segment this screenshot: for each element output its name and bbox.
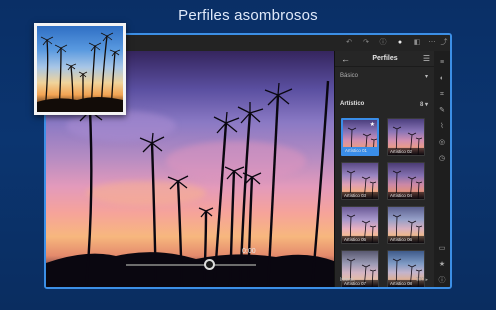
profiles-icon[interactable]: ◐ bbox=[434, 73, 450, 85]
comment-icon[interactable]: ▭ bbox=[434, 243, 450, 255]
playhead-time: 0:00 bbox=[242, 248, 256, 255]
profile-thumb[interactable]: Artístico 02 bbox=[387, 118, 425, 156]
masking-icon[interactable]: ⌇ bbox=[434, 121, 450, 133]
amount-label: Intens. bbox=[340, 277, 356, 283]
menu-icon[interactable]: ☰ bbox=[423, 54, 430, 63]
profile-group-artistic[interactable]: Artístico 8 ▾ bbox=[340, 101, 430, 113]
crop-icon[interactable]: ⌗ bbox=[434, 89, 450, 101]
original-photo-inset bbox=[34, 23, 126, 115]
undo-icon[interactable]: ↷ bbox=[360, 37, 372, 49]
profile-thumb[interactable]: Artístico 05 bbox=[341, 206, 379, 244]
back-icon[interactable]: ↶ bbox=[343, 37, 355, 49]
amount-value: 100 ▸ bbox=[415, 277, 428, 283]
profile-group-basic-label: Básico bbox=[340, 73, 359, 79]
selective-icon[interactable]: ◎ bbox=[434, 137, 450, 149]
profile-thumb[interactable]: Artístico 03 bbox=[341, 162, 379, 200]
profile-thumb[interactable]: ★ Artístico 01 bbox=[341, 118, 379, 156]
star-icon[interactable]: ★ bbox=[434, 259, 450, 271]
amount-row[interactable]: Intens. 100 ▸ bbox=[340, 277, 430, 287]
chevron-down-icon: ▾ bbox=[424, 74, 428, 80]
profile-group-artistic-label: Artístico bbox=[340, 101, 365, 107]
info-icon[interactable]: ⓘ bbox=[434, 275, 450, 287]
profile-label: Artístico 02 bbox=[388, 148, 424, 155]
check-icon[interactable]: ● bbox=[394, 37, 406, 49]
original-photo bbox=[37, 26, 123, 112]
profile-group-count: 8 ▾ bbox=[419, 102, 428, 108]
versions-icon[interactable]: ◷ bbox=[434, 153, 450, 165]
profile-thumb[interactable]: Artístico 06 bbox=[387, 206, 425, 244]
profile-group-basic[interactable]: Básico ▾ bbox=[340, 73, 430, 85]
headline: Perfiles asombrosos bbox=[178, 7, 318, 24]
info-icon[interactable]: ⓘ bbox=[377, 37, 389, 49]
more-icon[interactable]: ⋯ bbox=[426, 37, 438, 49]
tool-strip: ≡ ◐ ⌗ ✎ ⌇ ◎ ◷ ▭ ★ ⓘ bbox=[434, 51, 450, 287]
panel-header: ← Perfiles ☰ bbox=[335, 51, 435, 67]
share-icon[interactable]: ⤴ bbox=[438, 37, 450, 49]
presets-icon[interactable]: ≡ bbox=[434, 57, 450, 69]
profile-label: Artístico 03 bbox=[342, 192, 378, 199]
profiles-panel: ← Perfiles ☰ Básico ▾ Artístico 8 ▾ ★ Ar… bbox=[334, 51, 435, 287]
profile-label: Artístico 05 bbox=[342, 236, 378, 243]
profile-label: Artístico 01 bbox=[343, 147, 377, 154]
favorite-star-icon[interactable]: ★ bbox=[370, 121, 375, 128]
profile-thumb[interactable]: Artístico 04 bbox=[387, 162, 425, 200]
scrub-track[interactable] bbox=[126, 264, 256, 266]
scrub-handle[interactable] bbox=[204, 259, 215, 270]
healing-icon[interactable]: ✎ bbox=[434, 105, 450, 117]
panel-title: Perfiles bbox=[372, 55, 398, 62]
profile-label: Artístico 04 bbox=[388, 192, 424, 199]
profile-label: Artístico 06 bbox=[388, 236, 424, 243]
compare-icon[interactable]: ◧ bbox=[411, 37, 423, 49]
